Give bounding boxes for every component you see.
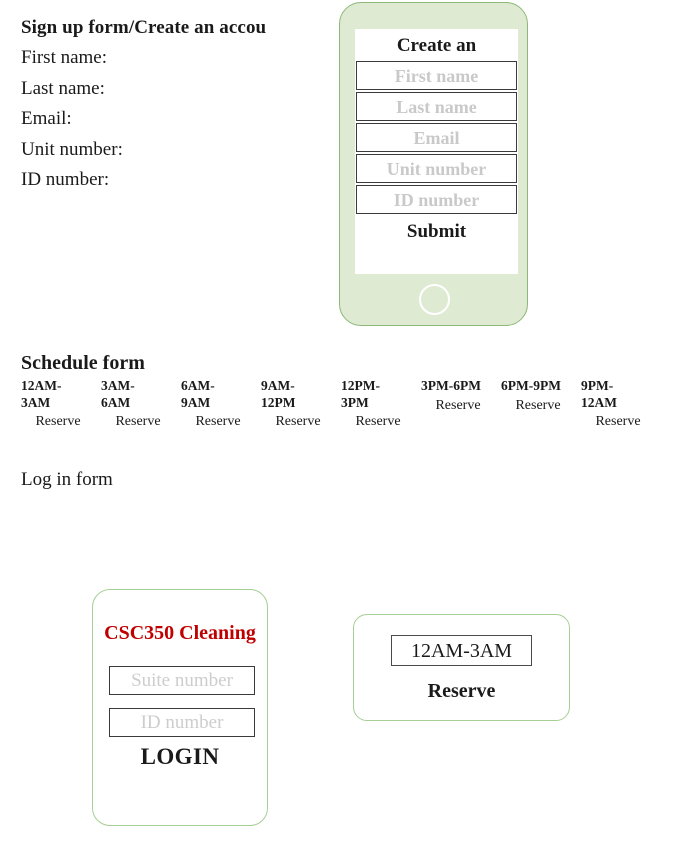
first-name-input[interactable]: First name <box>356 61 517 90</box>
signup-phone-mockup: Create an First name Last name Email Uni… <box>339 2 528 326</box>
suite-number-placeholder: Suite number <box>131 670 233 691</box>
schedule-slot: 3PM-6PM Reserve <box>421 378 501 432</box>
schedule-slot: 9AM-12PM Reserve <box>261 378 341 432</box>
unit-number-placeholder: Unit number <box>386 158 487 179</box>
slot-reserve-button[interactable]: Reserve <box>21 412 95 432</box>
slot-time-label: 6AM-9AM <box>181 378 215 410</box>
login-id-number-input[interactable]: ID number <box>109 708 255 737</box>
last-name-input[interactable]: Last name <box>356 92 517 121</box>
slot-reserve-button[interactable]: Reserve <box>181 412 255 432</box>
schedule-slot: 12AM-3AM Reserve <box>21 378 101 432</box>
slot-time-label: 6PM-9PM <box>501 378 561 393</box>
reserve-confirm-button[interactable]: Reserve <box>354 677 569 705</box>
slot-reserve-button[interactable]: Reserve <box>341 412 415 432</box>
slot-reserve-button[interactable]: Reserve <box>421 396 495 416</box>
unit-number-input[interactable]: Unit number <box>356 154 517 183</box>
create-account-heading: Create an <box>396 35 477 56</box>
slot-reserve-button[interactable]: Reserve <box>261 412 335 432</box>
schedule-slot: 6PM-9PM Reserve <box>501 378 581 432</box>
reserve-slot-display: 12AM-3AM <box>391 635 532 666</box>
slot-reserve-button[interactable]: Reserve <box>501 396 575 416</box>
app-brand-title: CSC350 Cleaning <box>104 622 256 644</box>
schedule-slot: 6AM-9AM Reserve <box>181 378 261 432</box>
schedule-slot-row: 12AM-3AM Reserve 3AM-6AM Reserve 6AM-9AM… <box>21 378 661 432</box>
reserve-card-mockup: 12AM-3AM Reserve <box>353 614 570 721</box>
login-form-section-title: Log in form <box>21 469 113 490</box>
schedule-slot: 9PM-12AM Reserve <box>581 378 661 432</box>
slot-time-label: 3AM-6AM <box>101 378 135 410</box>
schedule-slot: 12PM-3PM Reserve <box>341 378 421 432</box>
email-placeholder: Email <box>413 127 460 148</box>
last-name-placeholder: Last name <box>396 96 477 117</box>
email-input[interactable]: Email <box>356 123 517 152</box>
login-id-number-placeholder: ID number <box>140 712 224 733</box>
login-card-mockup: Suite number ID number CSC350 Cleaning L… <box>92 589 268 826</box>
slot-time-label: 12AM-3AM <box>21 378 62 410</box>
login-button[interactable]: LOGIN <box>93 742 267 772</box>
id-number-placeholder: ID number <box>393 189 480 210</box>
slot-reserve-button[interactable]: Reserve <box>581 412 655 432</box>
slot-time-label: 9PM-12AM <box>581 378 617 410</box>
reserve-slot-label: 12AM-3AM <box>410 639 513 662</box>
slot-time-label: 3PM-6PM <box>421 378 481 393</box>
schedule-slot: 3AM-6AM Reserve <box>101 378 181 432</box>
schedule-form-title: Schedule form <box>21 352 145 374</box>
schedule-form-block: Schedule form 12AM-3AM Reserve 3AM-6AM R… <box>21 350 661 432</box>
signup-phone-screen: Create an First name Last name Email Uni… <box>355 29 518 274</box>
id-number-input[interactable]: ID number <box>356 185 517 214</box>
slot-reserve-button[interactable]: Reserve <box>101 412 175 432</box>
submit-button[interactable]: Submit <box>355 216 518 246</box>
suite-number-input[interactable]: Suite number <box>109 666 255 695</box>
first-name-placeholder: First name <box>394 65 479 86</box>
slot-time-label: 9AM-12PM <box>261 378 296 410</box>
circle-home-icon[interactable] <box>419 284 450 315</box>
slot-time-label: 12PM-3PM <box>341 378 380 410</box>
